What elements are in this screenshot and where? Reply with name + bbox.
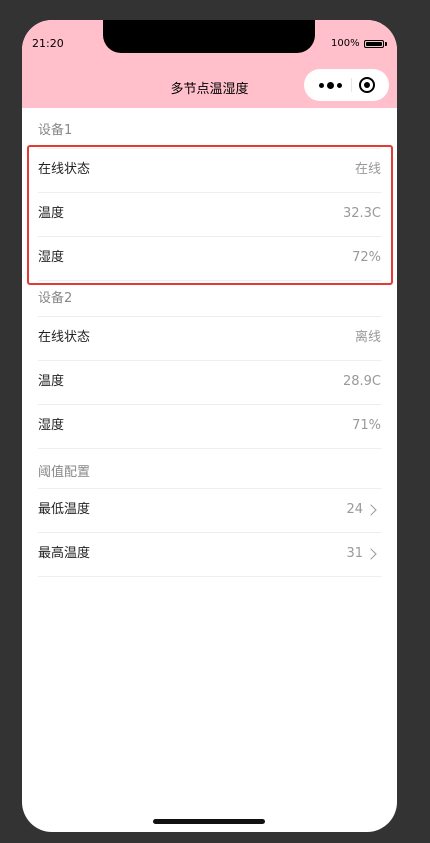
more-menu-icon[interactable] [313,69,347,101]
cell-value: 72% [352,250,381,265]
cell-device2-temperature: 温度 28.9C [22,360,397,404]
cell-value: 24 [346,502,363,517]
cell-label: 温度 [38,374,65,389]
notch [103,20,315,53]
cell-value: 32.3C [342,206,381,221]
cell-device1-humidity: 湿度 72% [22,236,397,280]
cell-device2-online: 在线状态 离线 [22,316,397,360]
cell-label: 湿度 [38,250,65,265]
content: 设备1 在线状态 在线 温度 32.3C 湿度 72% 设备2 在线状态 离线 … [22,108,397,577]
cell-max-temperature[interactable]: 最高温度 31 [22,532,397,576]
status-time: 21:20 [32,37,64,50]
divider [38,576,381,577]
cell-device1-online: 在线状态 在线 [22,148,397,192]
phone-screen: 21:20 100% 多节点温湿度 设备1 在线状态 在线 温度 32.3C 湿… [22,20,397,832]
header: 21:20 100% 多节点温湿度 [22,20,397,108]
cell-value: 31 [346,546,363,561]
chevron-right-icon [365,504,377,516]
cell-value: 在线 [354,162,381,177]
cell-label: 最高温度 [38,546,91,561]
capsule-divider [351,78,352,92]
home-indicator [153,819,265,824]
cell-value: 离线 [354,330,381,345]
mini-program-capsule [304,69,389,101]
battery-cap [385,42,387,46]
cell-value: 28.9C [342,374,381,389]
close-target-icon[interactable] [359,77,375,93]
cell-device2-humidity: 湿度 71% [22,404,397,448]
cell-min-temperature[interactable]: 最低温度 24 [22,488,397,532]
group-title-device1: 设备1 [38,123,73,138]
cell-value: 71% [352,418,381,433]
battery-percentage: 100% [331,38,360,49]
cell-label: 最低温度 [38,502,91,517]
cell-label: 在线状态 [38,330,91,345]
cell-label: 在线状态 [38,162,91,177]
battery-icon [364,40,384,48]
chevron-right-icon [365,548,377,560]
group-title-threshold: 阈值配置 [38,448,381,488]
cell-label: 温度 [38,206,65,221]
group-title-device2: 设备2 [38,280,381,316]
cell-label: 湿度 [38,418,65,433]
cell-device1-temperature: 温度 32.3C [22,192,397,236]
